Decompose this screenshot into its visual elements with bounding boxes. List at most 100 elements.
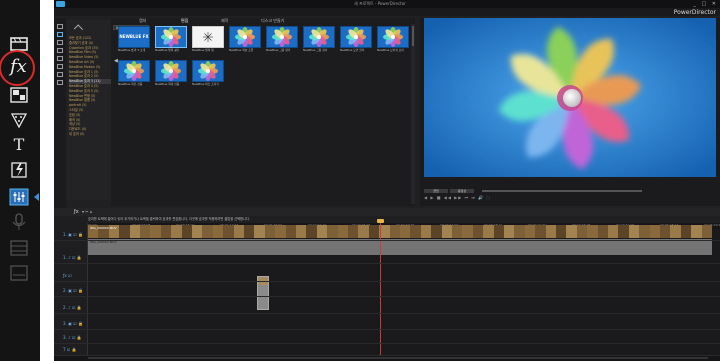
title-room-small-icon[interactable] xyxy=(57,56,63,61)
video-clip-frame xyxy=(212,225,224,238)
video-clip-label: IMG_000000.MOV xyxy=(90,226,117,230)
app-logo-icon xyxy=(56,1,65,7)
transition-room-small-icon[interactable] xyxy=(57,64,63,69)
preview-panel: 클립 동영상 ◀ ▶ ■ ◀◀ ▶▶ ⏮ ⏭ 🔊 ⛶ xyxy=(420,18,720,206)
track-separator xyxy=(54,355,720,356)
playback-controls[interactable]: ◀ ▶ ■ ◀◀ ▶▶ ⏮ ⏭ 🔊 ⛶ xyxy=(424,195,490,200)
effect-preview-image xyxy=(192,26,224,48)
tab-capture[interactable]: 캡처 xyxy=(139,18,146,24)
track-separator xyxy=(54,281,720,282)
video-clip-frame xyxy=(400,225,411,238)
video-clip-frame xyxy=(140,225,151,238)
video-clip-frame xyxy=(306,225,317,238)
track-header[interactable]: 2. ♪ ☑ 🔒 xyxy=(63,305,82,310)
brand-label: PowerDirector xyxy=(673,9,716,16)
library-room-icons xyxy=(54,18,66,208)
track-header[interactable]: T ☑ 🔒 xyxy=(63,347,77,352)
track-header[interactable]: 1. ♪ ☑ 🔒 xyxy=(63,255,82,260)
timeline-panel: ƒx ▾ ✂ ⌂ 효과를 트랙에 끌어다 놓아 추가하거나 트랙을 클릭하여 효… xyxy=(54,208,720,361)
video-clip-frame xyxy=(618,225,629,238)
track-header[interactable]: 3. ▣ ☑ 🔒 xyxy=(63,321,83,326)
video-clip-frame xyxy=(358,225,369,238)
library-scrollbar[interactable] xyxy=(411,24,415,204)
effect-thumbnail[interactable]: NewBlue 최대 잡음 xyxy=(155,60,189,94)
track-header[interactable]: 2. ▣ ☑ 🔒 xyxy=(63,288,83,293)
chapter-room-icon[interactable] xyxy=(8,238,30,258)
voice-room-small-icon[interactable] xyxy=(57,80,63,85)
voice-over-icon[interactable] xyxy=(8,212,30,232)
category-item[interactable]: 내 효과 (0) xyxy=(69,132,111,137)
preview-controls: 클립 동영상 ◀ ▶ ■ ◀◀ ▶▶ ⏮ ⏭ 🔊 ⛶ xyxy=(424,189,716,205)
tab-edit[interactable]: 편집 xyxy=(181,18,188,24)
video-clip-frame xyxy=(244,225,255,238)
video-clip-frame xyxy=(368,225,380,238)
video-clip-frame xyxy=(431,225,442,238)
effect-thumbnail[interactable]: NewBlue 그림 양각 xyxy=(266,26,300,60)
track-header[interactable]: ƒx ☑ xyxy=(63,273,72,278)
pip-room-small-icon[interactable] xyxy=(57,40,63,45)
subtitle-room-icon[interactable] xyxy=(8,263,30,283)
effect-thumbnail[interactable]: NewBlue 빛의 광선 xyxy=(155,26,189,60)
track-header[interactable]: 1. ▣ ☑ 🔒 xyxy=(63,232,83,237)
audio-mix-room-icon[interactable] xyxy=(8,187,30,207)
effect-thumbnail[interactable]: NEWBLUE FX NewBlue 효과 3 소개 xyxy=(118,26,152,60)
fx-room-small-icon[interactable] xyxy=(57,32,63,37)
movie-mode-button[interactable]: 동영상 xyxy=(450,189,474,193)
video-clip-frame xyxy=(660,225,671,238)
media-room-small-icon[interactable] xyxy=(57,24,63,29)
particle-room-small-icon[interactable] xyxy=(57,48,63,53)
video-clip-frame xyxy=(597,225,608,238)
particle-room-icon[interactable] xyxy=(8,110,30,130)
explorer-icon[interactable] xyxy=(73,24,84,34)
effect-thumbnail[interactable]: NewBlue 비트 조각기 xyxy=(192,60,226,94)
svg-text:T: T xyxy=(14,135,25,153)
effect-thumbnail[interactable]: NewBlue 그림 점각 xyxy=(303,26,337,60)
video-clip-frame xyxy=(264,225,276,238)
newblue-logo-text: NEWBLUE FX xyxy=(119,34,149,39)
video-clip-frame xyxy=(524,225,536,238)
effect-preview-image xyxy=(192,60,224,82)
effect-thumbnail[interactable]: NewBlue 빛의 벗 xyxy=(192,26,226,60)
track-headers: 1. ▣ ☑ 🔒 1. ♪ ☑ 🔒 ƒx ☑ 2. ▣ ☑ 🔒 2. ♪ ☑ 🔒 3. ▣… xyxy=(54,223,88,361)
title-room-icon[interactable]: T xyxy=(8,134,30,154)
video-clip-frame xyxy=(254,225,265,238)
video-clip-frame xyxy=(202,225,213,238)
track-separator xyxy=(54,240,720,241)
effect-thumbnail[interactable]: NewBlue 색상 조절 xyxy=(229,26,263,60)
video-clip-frame xyxy=(389,225,400,238)
video-clip-frame xyxy=(472,225,484,238)
video-clip-frame xyxy=(285,225,296,238)
video-clip[interactable]: IMG_000000.MOV xyxy=(88,225,712,238)
preview-scrubber[interactable] xyxy=(482,190,642,192)
audio-room-small-icon[interactable] xyxy=(57,72,63,77)
effect-preview-image xyxy=(266,26,298,48)
timeline-tools[interactable]: ▾ ✂ ⌂ xyxy=(82,209,92,214)
fx-room-icon[interactable]: fx xyxy=(10,56,27,77)
track-header[interactable]: 3. ♪ ☑ 🔒 xyxy=(63,335,82,340)
add-fx-button[interactable]: ƒx xyxy=(74,209,79,215)
audio-clip[interactable]: IMG_000000.MOV xyxy=(88,239,712,255)
video-clip-frame xyxy=(296,225,307,238)
window-controls[interactable]: _ □ ✕ xyxy=(693,1,718,7)
video-clip-frame xyxy=(608,225,619,238)
timeline-hint: 효과를 트랙에 끌어다 놓아 추가하거나 트랙을 클릭하여 효과를 편집합니다.… xyxy=(88,217,250,221)
playhead[interactable] xyxy=(380,221,381,361)
playhead-handle[interactable] xyxy=(377,219,384,223)
clip-mode-button[interactable]: 클립 xyxy=(424,189,448,193)
video-clip-frame xyxy=(327,225,338,238)
video-clip-frame xyxy=(691,225,702,238)
effect-category-panel: 모든 효과 (122) 즐겨찾기 효과 (0) Cyberlink 효과 (35) N… xyxy=(67,20,111,200)
pip-room-icon[interactable] xyxy=(8,85,30,105)
tab-create-disc[interactable]: 디스크 만들기 xyxy=(261,18,284,24)
effect-thumbnail[interactable]: NewBlue 회전 잡음 xyxy=(118,60,152,94)
effect-thumbnail[interactable]: NewBlue 모션 블러 xyxy=(340,26,374,60)
video-clip-frame xyxy=(462,225,473,238)
video-clip-frame xyxy=(680,225,692,238)
timeline-toolbar: ƒx ▾ ✂ ⌂ xyxy=(54,208,720,216)
effect-preview-image xyxy=(340,26,372,48)
transition-room-icon[interactable] xyxy=(8,160,30,180)
effect-thumbnail[interactable]: NewBlue 브러쉬 브이 xyxy=(377,26,411,60)
video-clip-frame xyxy=(701,225,712,238)
tab-produce[interactable]: 제작 xyxy=(221,18,228,24)
video-clip-frame xyxy=(483,225,494,238)
